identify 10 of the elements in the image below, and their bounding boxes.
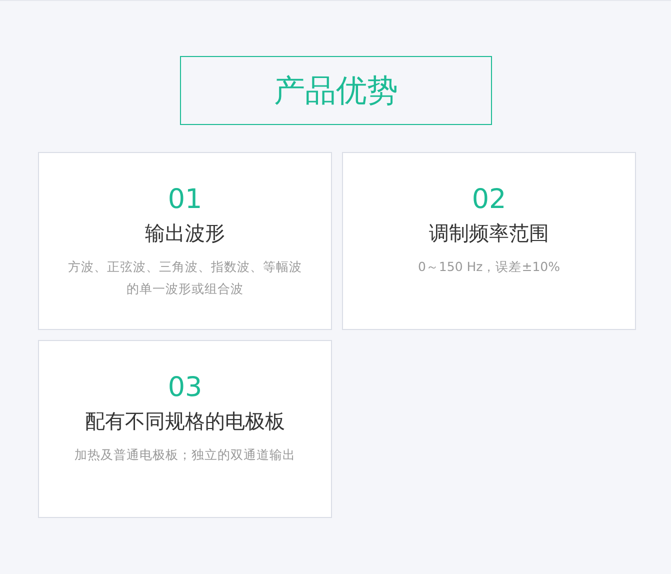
feature-description: 0～150 Hz，误差±10% [416,258,561,276]
feature-title: 调制频率范围 [429,220,549,247]
feature-number: 02 [472,184,506,216]
section-title: 产品优势 [180,56,492,125]
feature-title: 配有不同规格的电极板 [85,408,285,435]
feature-number: 01 [168,184,202,216]
feature-description: 加热及普通电极板；独立的双通道输出 [74,446,296,464]
feature-number: 03 [168,372,202,404]
feature-title: 输出波形 [145,220,225,247]
feature-description: 方波、正弦波、三角波、指数波、等幅波的单一波形或组合波 [67,258,303,298]
